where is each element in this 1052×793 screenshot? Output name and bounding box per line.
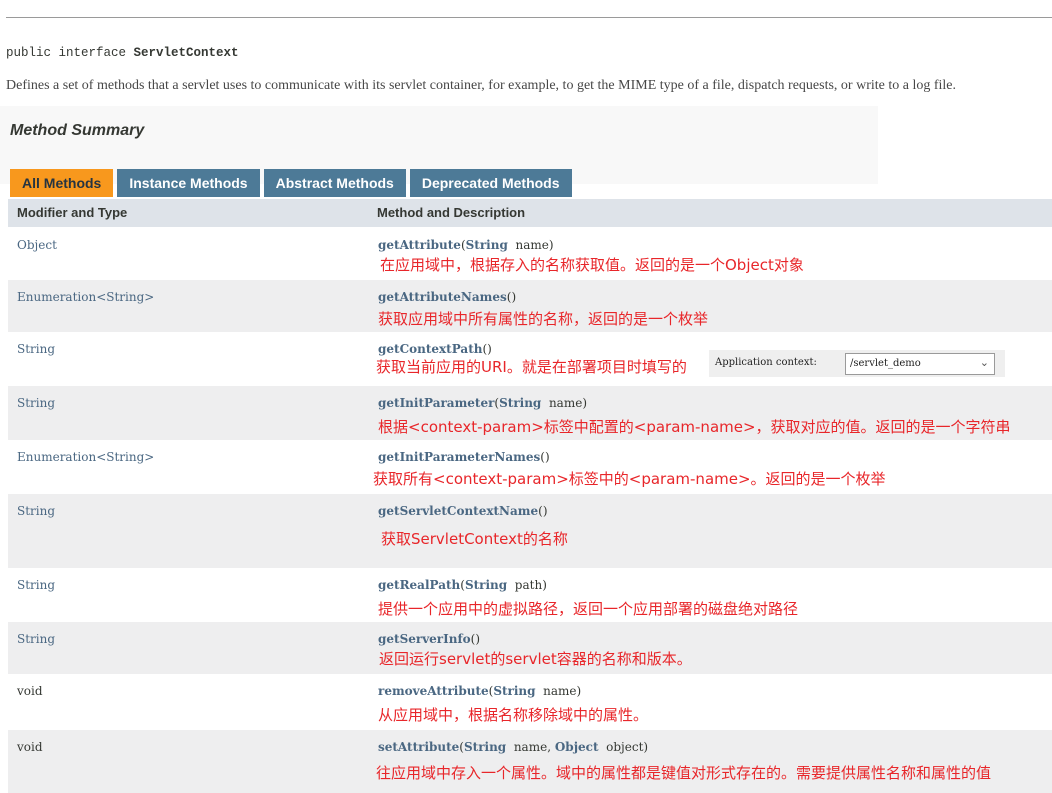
method-note: 从应用域中，根据名称移除域中的属性。 xyxy=(378,706,649,724)
return-type: void xyxy=(17,740,43,754)
declaration-prefix: public interface xyxy=(6,46,134,60)
param-name: name xyxy=(506,740,548,754)
return-type[interactable]: Object xyxy=(17,238,57,252)
method-note: 获取当前应用的URI。就是在部署项目时填写的 xyxy=(376,358,687,376)
chevron-down-icon: ⌄ xyxy=(979,356,989,369)
param-type-link[interactable]: String xyxy=(466,238,508,252)
method-name-link[interactable]: getAttributeNames xyxy=(378,290,507,304)
method-signature: getInitParameter(String name) xyxy=(378,396,588,410)
return-type[interactable]: String xyxy=(17,342,55,356)
method-note: 在应用域中，根据存入的名称获取值。返回的是一个Object对象 xyxy=(380,256,804,274)
param-type-link[interactable]: String xyxy=(493,684,535,698)
param-type-link[interactable]: Object xyxy=(555,740,599,754)
return-type: void xyxy=(17,684,43,698)
table-row: String getServletContextName() 获取ServletCo… xyxy=(8,494,1052,568)
param-name: name xyxy=(507,238,549,252)
interface-declaration: public interface ServletContext xyxy=(6,46,239,60)
tab-all-methods[interactable]: All Methods xyxy=(10,169,114,197)
param-name: name xyxy=(535,684,577,698)
return-type[interactable]: String xyxy=(17,632,55,646)
method-signature: getInitParameterNames() xyxy=(378,450,550,464)
param-name: object xyxy=(598,740,644,754)
method-tabs: All Methods Instance Methods Abstract Me… xyxy=(10,169,572,197)
method-signature: setAttribute(String name, Object object) xyxy=(378,740,649,754)
application-context-field: Application context: /servlet_demo ⌄ xyxy=(709,350,1005,377)
table-row: String getRealPath(String path) 提供一个应用中的虚拟… xyxy=(8,568,1052,622)
return-type[interactable]: Enumeration<String> xyxy=(17,450,154,464)
interface-description: Defines a set of methods that a servlet … xyxy=(6,78,956,93)
method-name-link[interactable]: setAttribute xyxy=(378,740,459,754)
method-name-link[interactable]: removeAttribute xyxy=(378,684,489,698)
param-type-link[interactable]: String xyxy=(464,740,506,754)
table-row: void removeAttribute(String name) 从应用域中，根据… xyxy=(8,674,1052,730)
method-name-link[interactable]: getAttribute xyxy=(378,238,461,252)
method-name-link[interactable]: getServerInfo xyxy=(378,632,471,646)
param-name: name xyxy=(541,396,583,410)
method-note: 提供一个应用中的虚拟路径，返回一个应用部署的磁盘绝对路径 xyxy=(378,600,799,618)
table-row: void setAttribute(String name, Object obj… xyxy=(8,730,1052,793)
summary-title: Method Summary xyxy=(10,122,145,139)
method-name-link[interactable]: getContextPath xyxy=(378,342,482,356)
method-name-link[interactable]: getInitParameter xyxy=(378,396,494,410)
method-note: 获取应用域中所有属性的名称，返回的是一个枚举 xyxy=(378,310,709,328)
return-type[interactable]: String xyxy=(17,578,55,592)
method-note: 获取所有<context-param>标签中的<param-name>。返回的是… xyxy=(373,470,886,488)
param-type-link[interactable]: String xyxy=(465,578,507,592)
table-row: String getServerInfo() 返回运行servlet的servlet… xyxy=(8,622,1052,674)
method-name-link[interactable]: getRealPath xyxy=(378,578,460,592)
param-type-link[interactable]: String xyxy=(499,396,541,410)
return-type[interactable]: String xyxy=(17,504,55,518)
tab-deprecated-methods[interactable]: Deprecated Methods xyxy=(409,169,572,197)
table-row: Object getAttribute(String name) 在应用域中，根据存… xyxy=(8,228,1052,280)
application-context-label: Application context: xyxy=(715,357,817,368)
tab-abstract-methods[interactable]: Abstract Methods xyxy=(263,169,406,197)
param-name: path xyxy=(507,578,543,592)
table-row: String getInitParameter(String name) 根据<co… xyxy=(8,386,1052,440)
method-name-link[interactable]: getInitParameterNames xyxy=(378,450,540,464)
application-context-value: /servlet_demo xyxy=(850,358,921,369)
method-signature: getRealPath(String path) xyxy=(378,578,547,592)
method-signature: removeAttribute(String name) xyxy=(378,684,582,698)
method-signature: getServletContextName() xyxy=(378,504,548,518)
method-note: 根据<context-param>标签中配置的<param-name>，获取对应… xyxy=(378,418,1011,436)
method-signature: getContextPath() xyxy=(378,342,492,356)
return-type[interactable]: Enumeration<String> xyxy=(17,290,154,304)
method-note: 获取ServletContext的名称 xyxy=(381,530,568,548)
method-name-link[interactable]: getServletContextName xyxy=(378,504,538,518)
method-signature: getServerInfo() xyxy=(378,632,480,646)
application-context-select[interactable]: /servlet_demo ⌄ xyxy=(845,353,995,375)
return-type[interactable]: String xyxy=(17,396,55,410)
method-signature: getAttribute(String name) xyxy=(378,238,554,252)
method-signature: getAttributeNames() xyxy=(378,290,517,304)
method-note: 往应用域中存入一个属性。域中的属性都是键值对形式存在的。需要提供属性名称和属性的… xyxy=(376,764,992,782)
table-header: Modifier and Type Method and Description xyxy=(8,199,1052,227)
column-header-method: Method and Description xyxy=(377,205,526,220)
column-header-type: Modifier and Type xyxy=(17,205,128,220)
table-row: String getContextPath() 获取当前应用的URI。就是在部署项目… xyxy=(8,332,1052,386)
method-note: 返回运行servlet的servlet容器的名称和版本。 xyxy=(379,650,692,668)
table-row: Enumeration<String> getAttributeNames() 获取… xyxy=(8,280,1052,332)
tab-instance-methods[interactable]: Instance Methods xyxy=(117,169,260,197)
top-divider xyxy=(6,17,1052,18)
interface-name: ServletContext xyxy=(133,46,239,60)
table-row: Enumeration<String> getInitParameterNames… xyxy=(8,440,1052,494)
